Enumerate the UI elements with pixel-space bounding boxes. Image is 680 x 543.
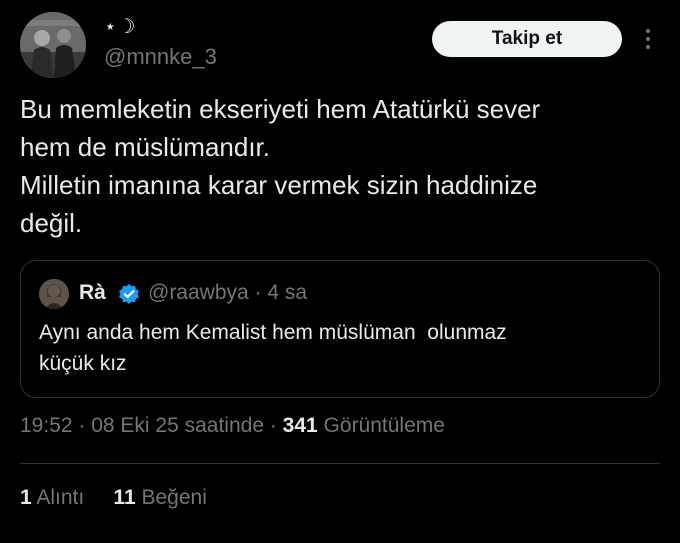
likes-count: 11	[113, 486, 136, 509]
quotes-count: 1	[20, 486, 32, 509]
tweet-text-line: hem de müslümandır.	[20, 132, 271, 162]
tweet-meta: 19:52 · 08 Eki 25 saatinde · 341 Görüntü…	[20, 414, 445, 438]
avatar-photo-icon	[20, 12, 86, 78]
author-display-name[interactable]: ⋆☽	[104, 14, 136, 39]
verified-badge-icon	[118, 283, 140, 305]
quoted-text-line: küçük kız	[39, 352, 127, 375]
tweet-stats: 1 Alıntı 11 Beğeni	[20, 486, 207, 510]
author-avatar[interactable]	[20, 12, 86, 78]
tweet-text-line: Bu memleketin ekseriyeti hem Atatürkü se…	[20, 94, 541, 124]
divider	[20, 463, 660, 464]
quoted-avatar-photo-icon	[39, 279, 69, 309]
tweet-timestamp[interactable]: 19:52 · 08 Eki 25 saatinde ·	[20, 414, 283, 437]
more-vertical-icon[interactable]	[641, 26, 655, 52]
views-count: 341	[282, 414, 318, 437]
quoted-author-avatar[interactable]	[39, 279, 69, 309]
quotes-stat[interactable]: 1 Alıntı	[20, 486, 84, 509]
views-label: Görüntüleme	[317, 414, 445, 437]
follow-button[interactable]: Takip et	[432, 21, 622, 57]
tweet-text: Bu memleketin ekseriyeti hem Atatürkü se…	[20, 90, 670, 242]
quotes-label: Alıntı	[36, 486, 85, 509]
likes-label: Beğeni	[141, 486, 207, 509]
likes-stat[interactable]: 11 Beğeni	[113, 486, 206, 509]
author-handle[interactable]: @mnnke_3	[104, 44, 217, 70]
quoted-author-name[interactable]: Rà	[79, 281, 106, 305]
quoted-tweet-text: Aynı anda hem Kemalist hem müslüman olun…	[39, 317, 639, 379]
tweet-text-line: değil.	[20, 208, 83, 238]
quoted-text-line: Aynı anda hem Kemalist hem müslüman olun…	[39, 321, 507, 344]
quoted-tweet-card[interactable]: Rà @raawbya · 4 sa Aynı anda hem Kemalis…	[20, 260, 660, 398]
tweet-text-line: Milletin imanına karar vermek sizin hadd…	[20, 170, 538, 200]
quoted-author-handle-time: @raawbya · 4 sa	[148, 281, 308, 304]
